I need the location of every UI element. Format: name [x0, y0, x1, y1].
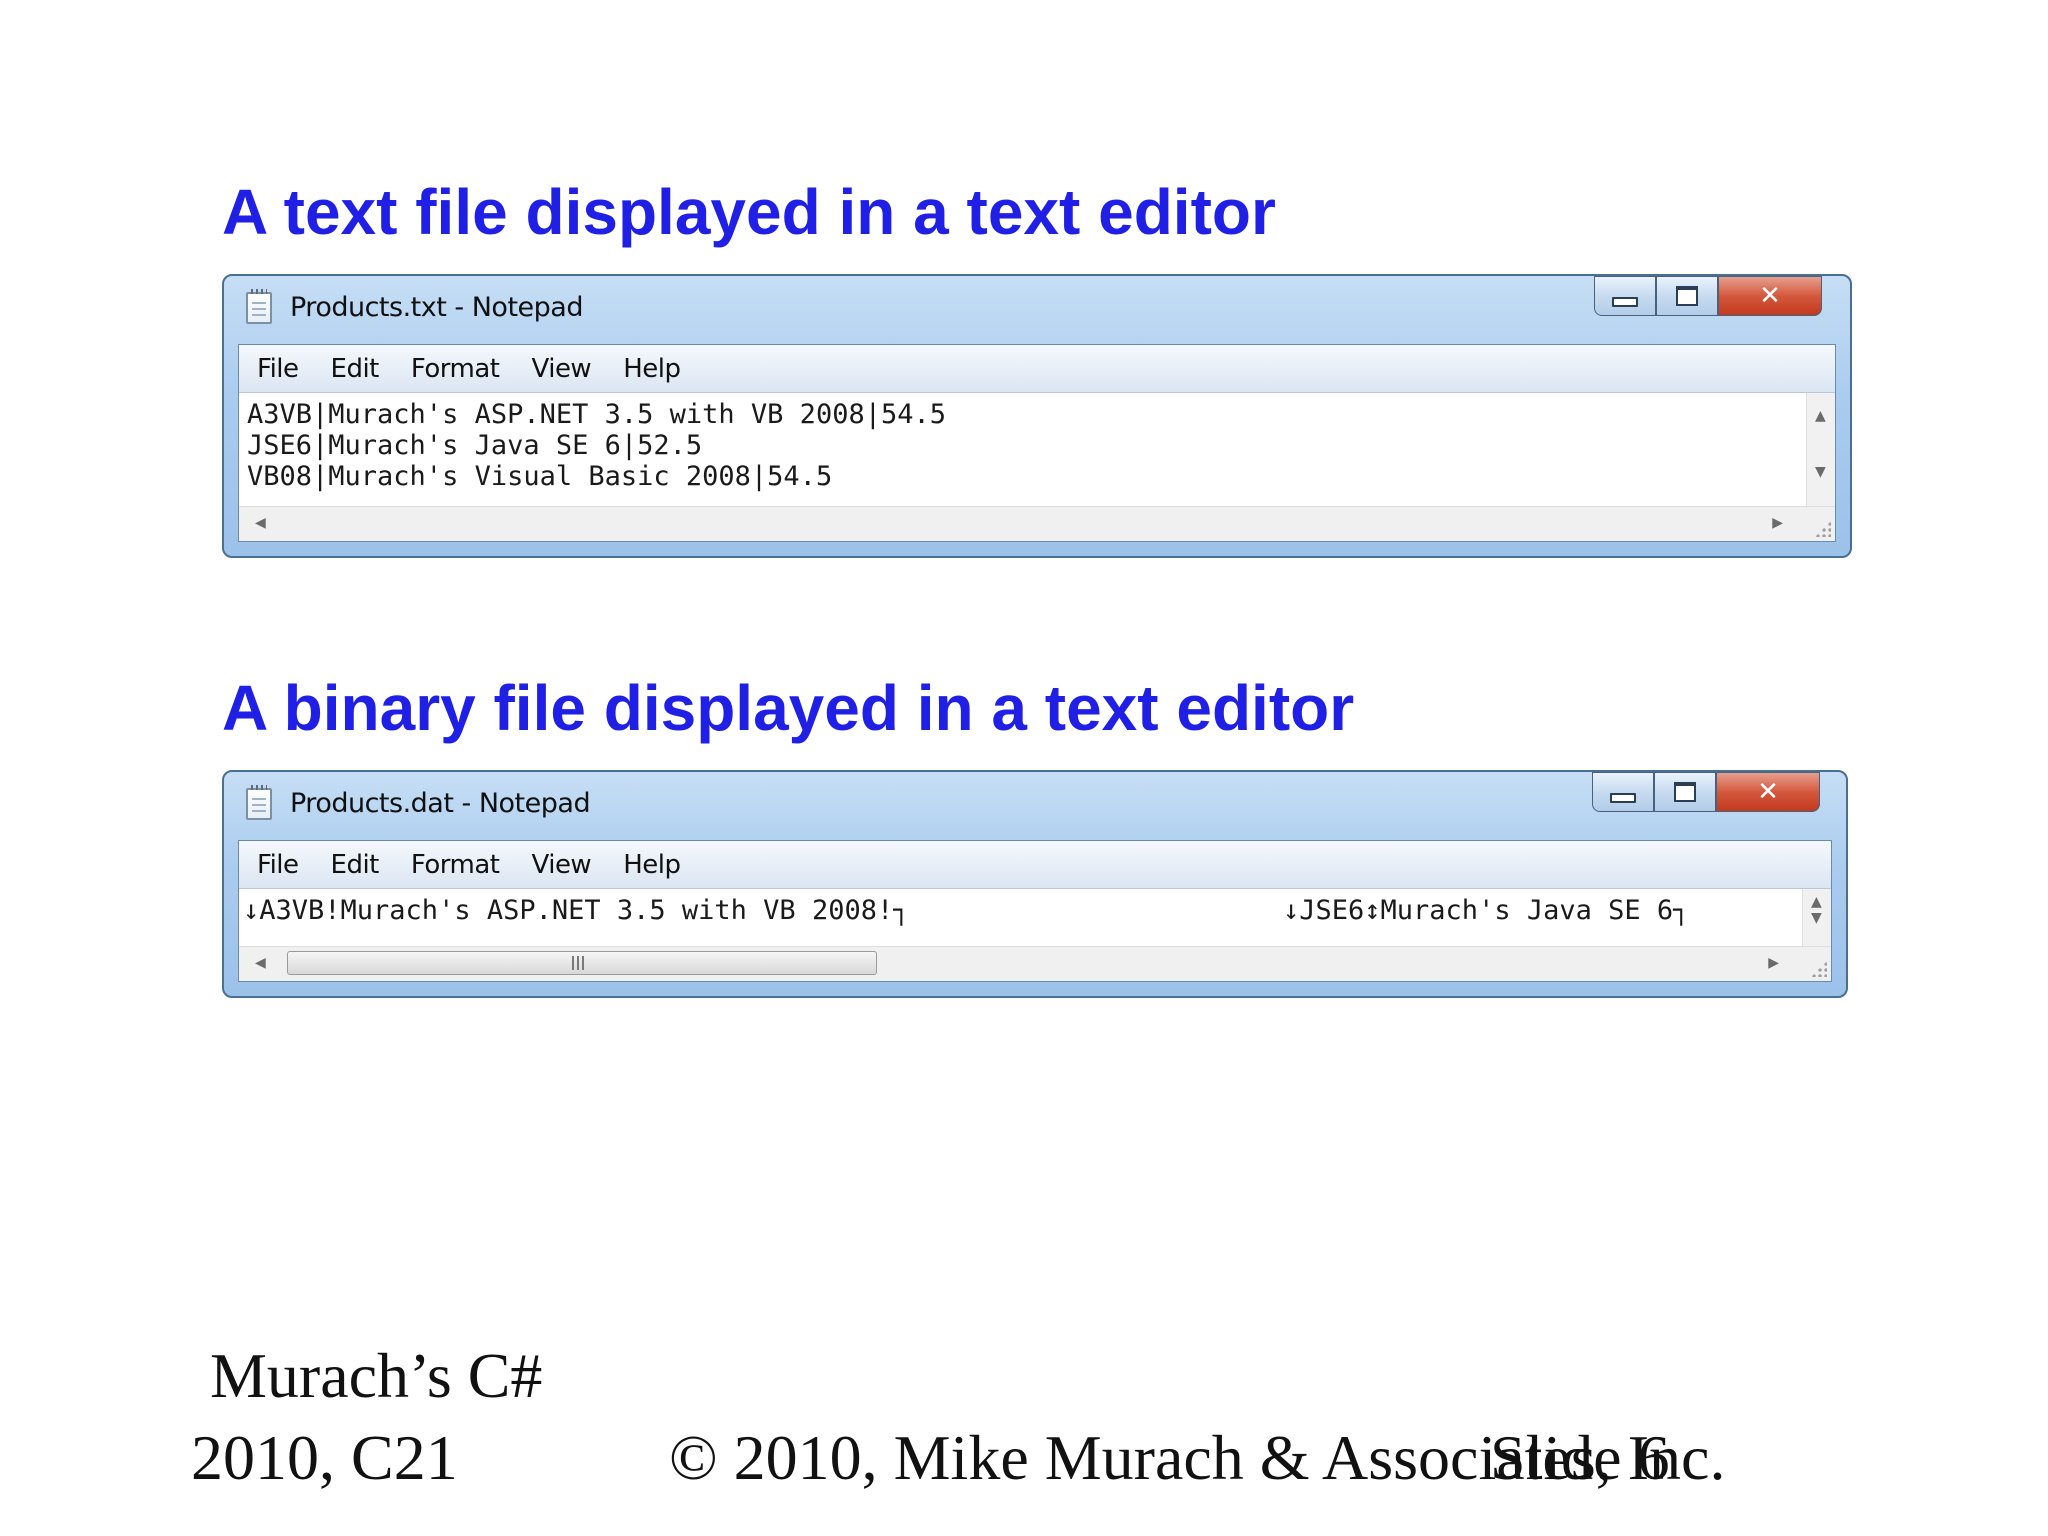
scroll-down-icon[interactable]: ▼: [1811, 911, 1822, 925]
menu-help[interactable]: Help: [623, 354, 681, 384]
menu-file[interactable]: File: [257, 354, 299, 384]
minimize-icon: [1610, 793, 1636, 803]
menu-format[interactable]: Format: [411, 850, 500, 880]
notepad-window-text-file: Products.txt - Notepad ✕ File Edit Forma…: [222, 274, 1852, 558]
notepad-icon[interactable]: [246, 289, 272, 324]
text-line: JSE6|Murach's Java SE 6|52.5: [247, 430, 703, 461]
menu-format[interactable]: Format: [411, 354, 500, 384]
maximize-button[interactable]: [1656, 276, 1718, 316]
notepad-window-binary-file: Products.dat - Notepad ✕ File Edit Forma…: [222, 770, 1848, 998]
binary-text-segment: ↓A3VB!Murach's ASP.NET 3.5 with VB 2008!…: [243, 895, 910, 926]
close-icon: ✕: [1757, 777, 1779, 807]
window-title: Products.txt - Notepad: [290, 292, 583, 323]
scroll-right-icon[interactable]: ▶: [1772, 516, 1783, 530]
text-line: VB08|Murach's Visual Basic 2008|54.5: [247, 461, 833, 492]
vertical-scrollbar[interactable]: ▲ ▼: [1806, 393, 1835, 507]
window-controls: ✕: [1592, 772, 1820, 814]
menu-edit[interactable]: Edit: [331, 850, 380, 880]
menu-file[interactable]: File: [257, 850, 299, 880]
horizontal-scrollbar[interactable]: ◀ ▶: [239, 506, 1835, 541]
menu-view[interactable]: View: [532, 354, 592, 384]
text-editor-area[interactable]: ↓A3VB!Murach's ASP.NET 3.5 with VB 2008!…: [239, 889, 1803, 947]
menu-view[interactable]: View: [532, 850, 592, 880]
client-area: File Edit Format View Help ↓A3VB!Murach'…: [238, 840, 1832, 982]
maximize-icon: [1676, 286, 1698, 306]
horizontal-scroll-thumb[interactable]: [287, 951, 877, 975]
scroll-left-icon[interactable]: ◀: [255, 956, 266, 970]
window-controls: ✕: [1594, 276, 1822, 318]
minimize-button[interactable]: [1592, 772, 1654, 812]
menu-bar: File Edit Format View Help: [239, 841, 1831, 889]
heading-binary-file: A binary file displayed in a text editor: [222, 672, 1355, 744]
binary-text-segment: ↓JSE6↕Murach's Java SE 6┐: [1283, 895, 1690, 926]
scroll-right-icon[interactable]: ▶: [1768, 956, 1779, 970]
resize-grip-icon[interactable]: [1815, 521, 1831, 537]
title-bar[interactable]: Products.dat - Notepad ✕: [224, 772, 1846, 840]
menu-help[interactable]: Help: [623, 850, 681, 880]
scroll-up-icon[interactable]: ▲: [1815, 409, 1826, 423]
close-button[interactable]: ✕: [1718, 276, 1822, 316]
close-icon: ✕: [1759, 281, 1781, 311]
text-line: A3VB|Murach's ASP.NET 3.5 with VB 2008|5…: [247, 399, 946, 430]
footer-book-title: Murach’s C#: [210, 1340, 543, 1411]
scroll-up-icon[interactable]: ▲: [1811, 895, 1822, 909]
close-button[interactable]: ✕: [1716, 772, 1820, 812]
window-title: Products.dat - Notepad: [290, 788, 591, 819]
resize-grip-icon[interactable]: [1811, 961, 1827, 977]
menu-edit[interactable]: Edit: [331, 354, 380, 384]
scroll-left-icon[interactable]: ◀: [255, 516, 266, 530]
menu-bar: File Edit Format View Help: [239, 345, 1835, 393]
vertical-scrollbar[interactable]: ▲ ▼: [1802, 889, 1831, 947]
scroll-down-icon[interactable]: ▼: [1815, 465, 1826, 479]
footer-slide-number: Slide 6: [1490, 1422, 1670, 1493]
grip-icon: [572, 956, 586, 970]
horizontal-scrollbar[interactable]: ◀ ▶: [239, 946, 1831, 981]
client-area: File Edit Format View Help A3VB|Murach's…: [238, 344, 1836, 542]
text-editor-area[interactable]: A3VB|Murach's ASP.NET 3.5 with VB 2008|5…: [239, 393, 1807, 507]
heading-text-file: A text file displayed in a text editor: [222, 176, 1276, 248]
minimize-icon: [1612, 297, 1638, 307]
footer-chapter: 2010, C21: [191, 1422, 458, 1493]
maximize-icon: [1674, 782, 1696, 802]
notepad-icon[interactable]: [246, 785, 272, 820]
title-bar[interactable]: Products.txt - Notepad ✕: [224, 276, 1850, 344]
minimize-button[interactable]: [1594, 276, 1656, 316]
maximize-button[interactable]: [1654, 772, 1716, 812]
